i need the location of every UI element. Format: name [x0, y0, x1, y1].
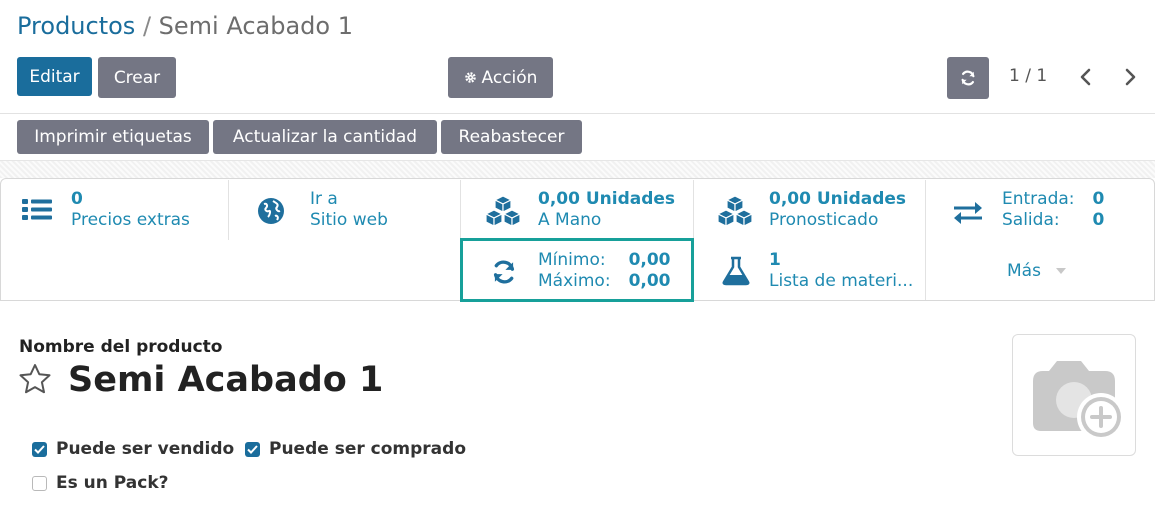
pager-counter[interactable]: 1 / 1 [1009, 66, 1047, 86]
update-quantity-button[interactable]: Actualizar la cantidad [213, 120, 437, 154]
can-be-purchased-checkbox[interactable]: Puede ser comprado [245, 439, 466, 459]
breadcrumb-current: Semi Acabado 1 [158, 12, 353, 40]
refresh-icon [961, 70, 975, 86]
incoming-label: Entrada: [1002, 189, 1075, 209]
outgoing-label: Salida: [1002, 210, 1060, 230]
on-hand-quantity: 0,00 Unidades [538, 189, 676, 209]
in-out-moves-button[interactable]: Entrada: 0 Salida: 0 [952, 189, 1104, 231]
can-be-sold-checkbox[interactable]: Puede ser vendido [32, 439, 234, 459]
cubes-icon [716, 195, 754, 227]
can-be-sold-label: Puede ser vendido [56, 439, 235, 459]
bill-of-materials-button[interactable]: 1 Lista de materi... [722, 250, 913, 292]
action-label: Acción [481, 67, 538, 88]
action-button[interactable]: Acción [448, 57, 553, 98]
on-hand-button[interactable]: 0,00 Unidades A Mano [484, 189, 675, 231]
divider [228, 180, 229, 240]
product-name-field[interactable]: Semi Acabado 1 [68, 360, 383, 400]
next-record-button[interactable] [1120, 66, 1140, 88]
status-bar [0, 160, 1155, 178]
gear-icon [464, 72, 476, 83]
cubes-icon [484, 195, 522, 227]
divider [925, 180, 926, 300]
reordering-rules-highlight [460, 238, 694, 302]
edit-button[interactable]: Editar [17, 57, 92, 96]
bom-count: 1 [769, 250, 781, 270]
breadcrumb: Productos / Semi Acabado 1 [17, 12, 353, 40]
checkbox-checked[interactable] [245, 441, 260, 457]
more-dropdown[interactable]: Más [1007, 261, 1067, 281]
extra-prices-label: Precios extras [71, 210, 190, 230]
is-pack-checkbox[interactable]: Es un Pack? [32, 473, 169, 493]
globe-icon [258, 198, 284, 224]
star-icon [19, 364, 51, 394]
chevron-left-icon [1080, 68, 1091, 86]
checkmark-icon [34, 444, 45, 454]
is-pack-label: Es un Pack? [56, 473, 169, 493]
replenish-button[interactable]: Reabastecer [441, 120, 582, 154]
transfer-arrows-icon [954, 202, 982, 224]
forecasted-button[interactable]: 0,00 Unidades Pronosticado [716, 189, 906, 231]
product-image-upload[interactable] [1012, 334, 1136, 456]
create-button[interactable]: Crear [98, 57, 176, 98]
breadcrumb-productos-link[interactable]: Productos [17, 12, 135, 40]
caret-down-icon [1055, 268, 1066, 274]
extra-prices-count: 0 [71, 189, 83, 209]
favorite-toggle[interactable] [18, 363, 52, 399]
checkbox-checked[interactable] [32, 441, 47, 457]
checkbox-unchecked[interactable] [32, 475, 47, 491]
incoming-value: 0 [1092, 189, 1105, 209]
go-to-website-button[interactable]: Ir a Sitio web [257, 189, 388, 231]
website-line1: Ir a [310, 189, 338, 209]
toolbar-divider [0, 113, 1155, 114]
chevron-right-icon [1125, 68, 1136, 86]
previous-record-button[interactable] [1076, 66, 1096, 88]
refresh-button[interactable] [947, 57, 989, 99]
flask-icon [722, 256, 750, 286]
on-hand-label: A Mano [538, 210, 602, 230]
forecasted-label: Pronosticado [769, 210, 879, 230]
more-label: Más [1007, 261, 1041, 281]
camera-add-icon [1033, 361, 1125, 441]
can-be-purchased-label: Puede ser comprado [269, 439, 467, 459]
outgoing-value: 0 [1092, 210, 1105, 230]
extra-prices-button[interactable]: 0 Precios extras [22, 189, 190, 231]
checkmark-icon [247, 444, 258, 454]
bom-label: Lista de materi... [769, 271, 914, 291]
breadcrumb-separator: / [135, 12, 159, 40]
print-labels-button[interactable]: Imprimir etiquetas [17, 120, 209, 154]
website-line2: Sitio web [310, 210, 388, 230]
forecasted-quantity: 0,00 Unidades [769, 189, 907, 209]
product-name-label: Nombre del producto [19, 337, 223, 357]
list-icon [22, 199, 52, 220]
